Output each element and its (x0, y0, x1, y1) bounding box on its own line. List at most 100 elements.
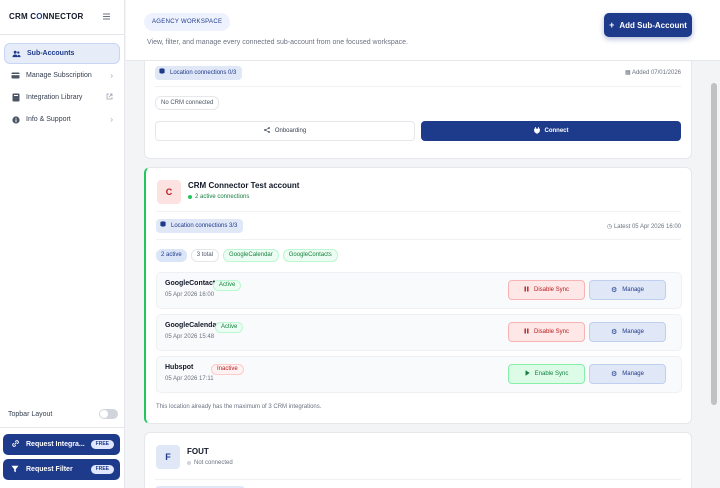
pause-icon (524, 286, 529, 294)
calendar-icon: ▦ (624, 70, 632, 76)
logo-prefix: CRM C (9, 12, 37, 21)
free-badge: FREE (90, 440, 114, 449)
added-date-text: Added 07/01/2026 (631, 70, 681, 76)
added-date: ▦ Added 07/01/2026 (625, 69, 681, 76)
add-sub-account-button[interactable]: + Add Sub-Account (604, 13, 692, 37)
account-status-text: 2 active connections (195, 194, 250, 200)
manage-button[interactable]: ⚙ Manage (589, 322, 666, 342)
connection-date: 05 Apr 2026 15:48 (165, 334, 215, 340)
sidebar-item-info-support[interactable]: Info & Support › (4, 109, 120, 130)
scrollbar-thumb[interactable] (711, 83, 717, 405)
sidebar-item-label: Sub-Accounts (27, 50, 75, 57)
connection-row: GoogleContacts 05 Apr 2026 16:00 Active … (156, 272, 682, 309)
sidebar-item-label: Integration Library (26, 94, 83, 101)
account-status-text: Not connected (194, 460, 233, 466)
sidebar-item-label: Info & Support (26, 116, 71, 123)
gear-icon: ⚙ (611, 329, 618, 336)
database-icon (160, 219, 166, 233)
account-status: 2 active connections (188, 194, 249, 200)
connection-row: GoogleCalendar 05 Apr 2026 15:48 Active … (156, 314, 682, 351)
gear-icon: ⚙ (611, 371, 618, 378)
users-icon (12, 49, 21, 58)
card-icon (11, 71, 20, 80)
add-sub-account-label: Add Sub-Account (619, 20, 687, 30)
account-name: FOUT (187, 447, 209, 456)
location-connections-pill: Location connections 3/3 (156, 219, 244, 233)
sub-account-card: Location connections 0/3 ▦ Added 07/01/2… (144, 61, 692, 159)
card-divider (156, 239, 681, 240)
manage-label: Manage (622, 287, 644, 293)
status-dot (188, 195, 192, 199)
header-subtitle: View, filter, and manage every connected… (147, 39, 408, 46)
sub-accounts-list: Location connections 0/3 ▦ Added 07/01/2… (126, 61, 709, 488)
tag-active-count: 2 active (156, 249, 187, 262)
sidebar-item-integration-library[interactable]: Integration Library (4, 87, 120, 108)
request-filter-label: Request Filter (26, 466, 73, 473)
info-icon (11, 115, 20, 124)
external-link-icon (106, 93, 113, 102)
request-integration-button[interactable]: Request Integra... FREE (3, 434, 120, 455)
chevron-right-icon: › (110, 115, 113, 124)
logo-suffix: NNECTOR (42, 12, 84, 21)
card-divider (156, 211, 681, 212)
workspace-header: AGENCY WORKSPACE View, filter, and manag… (126, 0, 720, 61)
connection-date: 05 Apr 2026 17:11 (165, 376, 214, 382)
status-dot (187, 461, 191, 465)
connect-button[interactable]: Connect (421, 121, 681, 141)
filter-icon (11, 465, 20, 475)
manage-button[interactable]: ⚙ Manage (589, 280, 666, 300)
app-logo[interactable]: CRM CONNECTOR (9, 12, 83, 21)
connection-tags: 2 active 3 total GoogleCalendar GoogleCo… (156, 249, 338, 262)
connection-name: GoogleCalendar (165, 322, 220, 329)
enable-sync-button[interactable]: Enable Sync (508, 364, 585, 384)
tag-total-count: 3 total (190, 249, 220, 262)
topbar-layout-row: Topbar Layout (8, 409, 118, 419)
card-divider (155, 479, 681, 480)
status-badge: Active (213, 280, 242, 291)
disable-sync-button[interactable]: Disable Sync (508, 322, 585, 342)
book-icon (11, 93, 20, 102)
database-icon (159, 66, 165, 80)
location-connections-text: Location connections 3/3 (171, 223, 238, 229)
menu-toggle-icon[interactable] (102, 12, 111, 21)
manage-label: Manage (622, 371, 644, 377)
sync-label: Enable Sync (534, 371, 569, 377)
sidebar-item-sub-accounts[interactable]: Sub-Accounts (4, 43, 120, 64)
sync-label: Disable Sync (533, 329, 569, 335)
chevron-right-icon: › (110, 71, 113, 80)
link-icon (11, 439, 20, 450)
sidebar-divider-bottom (0, 427, 125, 428)
account-avatar: F (156, 445, 180, 469)
main-scrollbar[interactable] (709, 61, 720, 488)
clock-icon: ◷ (607, 224, 614, 230)
location-connections-text: Location connections 0/3 (170, 70, 237, 76)
card-divider (155, 86, 681, 87)
no-crm-badge: No CRM connected (155, 96, 220, 110)
sidebar-item-manage-subscription[interactable]: Manage Subscription › (4, 65, 120, 86)
onboarding-button[interactable]: Onboarding (155, 121, 415, 141)
sub-account-card: C CRM Connector Test account 2 active co… (144, 167, 692, 424)
pause-icon (524, 328, 529, 336)
account-status: Not connected (187, 460, 233, 466)
connection-name: Hubspot (165, 364, 194, 371)
connection-name: GoogleContacts (165, 280, 220, 287)
free-badge: FREE (90, 465, 114, 474)
request-integration-label: Request Integra... (26, 441, 85, 448)
disable-sync-button[interactable]: Disable Sync (508, 280, 585, 300)
tag-integration: GoogleContacts (282, 249, 338, 262)
play-icon (525, 370, 530, 378)
status-badge: Active (215, 322, 244, 333)
share-icon (263, 127, 270, 135)
request-filter-button[interactable]: Request Filter FREE (3, 459, 120, 480)
sync-label: Disable Sync (533, 287, 569, 293)
topbar-layout-label: Topbar Layout (8, 410, 53, 418)
manage-button[interactable]: ⚙ Manage (589, 364, 666, 384)
status-badge: Inactive (211, 364, 244, 375)
tag-integration: GoogleCalendar (223, 249, 279, 262)
location-connections-pill: Location connections 0/3 (155, 66, 243, 80)
plus-icon: + (609, 20, 615, 30)
sidebar-item-label: Manage Subscription (26, 72, 92, 79)
plug-icon (533, 126, 540, 136)
account-avatar: C (157, 180, 181, 204)
topbar-layout-toggle[interactable] (99, 409, 118, 419)
